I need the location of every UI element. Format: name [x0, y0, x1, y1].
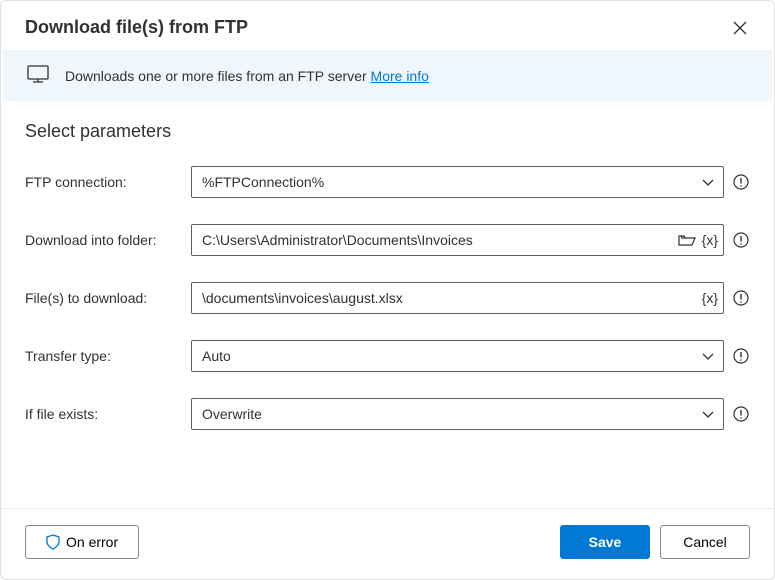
ftp-connection-select-wrapper	[191, 166, 724, 198]
browse-folder-button[interactable]	[678, 233, 696, 247]
dialog-header: Download file(s) from FTP	[1, 1, 774, 50]
cancel-label: Cancel	[683, 534, 727, 550]
banner-text: Downloads one or more files from an FTP …	[65, 68, 429, 84]
files-to-download-input[interactable]	[191, 282, 724, 314]
help-icon-download-folder[interactable]	[732, 231, 750, 249]
download-folder-wrapper: {x}	[191, 224, 724, 256]
shield-icon	[46, 534, 60, 550]
dialog-footer: On error Save Cancel	[1, 508, 774, 579]
download-folder-icons: {x}	[678, 232, 718, 248]
transfer-type-wrapper	[191, 340, 724, 372]
dialog-title: Download file(s) from FTP	[25, 17, 248, 38]
variable-button-files[interactable]: {x}	[702, 290, 718, 306]
dialog: Download file(s) from FTP Downloads one …	[0, 0, 775, 580]
content: Select parameters FTP connection: Downlo…	[1, 101, 774, 508]
folder-open-icon	[678, 233, 696, 247]
cancel-button[interactable]: Cancel	[660, 525, 750, 559]
row-if-file-exists: If file exists:	[25, 398, 750, 430]
save-button[interactable]: Save	[560, 525, 650, 559]
if-file-exists-select[interactable]	[191, 398, 724, 430]
info-banner: Downloads one or more files from an FTP …	[3, 50, 772, 101]
help-icon-files-to-download[interactable]	[732, 289, 750, 307]
row-ftp-connection: FTP connection:	[25, 166, 750, 198]
label-transfer-type: Transfer type:	[25, 348, 183, 364]
label-download-folder: Download into folder:	[25, 232, 183, 248]
download-folder-input[interactable]	[191, 224, 724, 256]
more-info-link[interactable]: More info	[371, 68, 429, 84]
row-transfer-type: Transfer type:	[25, 340, 750, 372]
label-ftp-connection: FTP connection:	[25, 174, 183, 190]
transfer-type-select[interactable]	[191, 340, 724, 372]
row-download-folder: Download into folder: {x}	[25, 224, 750, 256]
ftp-connection-select[interactable]	[191, 166, 724, 198]
help-icon-if-file-exists[interactable]	[732, 405, 750, 423]
close-icon	[733, 21, 747, 35]
help-icon-ftp-connection[interactable]	[732, 173, 750, 191]
row-files-to-download: File(s) to download: {x}	[25, 282, 750, 314]
label-files-to-download: File(s) to download:	[25, 290, 183, 306]
files-to-download-wrapper: {x}	[191, 282, 724, 314]
help-icon-transfer-type[interactable]	[732, 347, 750, 365]
footer-left: On error	[25, 525, 139, 559]
close-button[interactable]	[730, 18, 750, 38]
if-file-exists-wrapper	[191, 398, 724, 430]
banner-text-content: Downloads one or more files from an FTP …	[65, 68, 371, 84]
files-to-download-icons: {x}	[702, 290, 718, 306]
section-title: Select parameters	[25, 121, 750, 142]
save-label: Save	[589, 534, 622, 550]
footer-right: Save Cancel	[560, 525, 750, 559]
on-error-button[interactable]: On error	[25, 525, 139, 559]
variable-button[interactable]: {x}	[702, 232, 718, 248]
label-if-file-exists: If file exists:	[25, 406, 183, 422]
monitor-icon	[27, 64, 49, 87]
on-error-label: On error	[66, 534, 118, 550]
